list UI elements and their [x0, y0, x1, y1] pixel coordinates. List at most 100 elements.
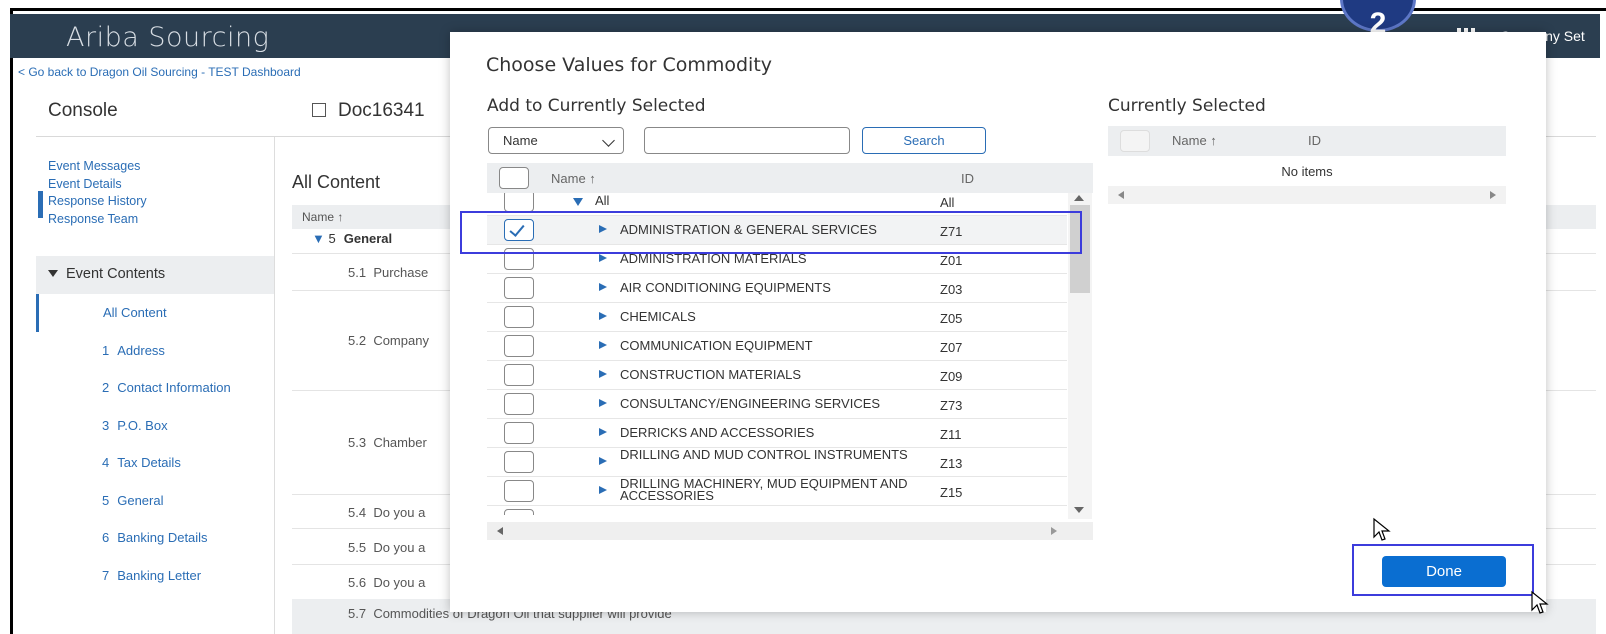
collapse-triangle-icon[interactable]	[573, 198, 583, 206]
search-input[interactable]	[644, 127, 850, 154]
row-checkbox[interactable]	[504, 193, 534, 212]
row-checkbox[interactable]	[504, 422, 534, 444]
nav-label: Address	[117, 343, 165, 358]
document-icon	[312, 103, 326, 117]
scroll-left-icon[interactable]	[1118, 191, 1124, 199]
select-all-selected-checkbox[interactable]	[1120, 130, 1150, 152]
list-horizontal-scrollbar[interactable]	[487, 522, 1093, 540]
table-row[interactable]: CONSTRUCTION MATERIALS Z09	[487, 361, 1067, 390]
row-name: AIR CONDITIONING EQUIPMENTS	[620, 280, 831, 295]
add-section-title: Add to Currently Selected	[487, 96, 706, 116]
content-item: 5.1 Purchase	[348, 265, 428, 280]
expand-triangle-icon[interactable]	[599, 283, 607, 291]
expand-triangle-icon[interactable]	[599, 399, 607, 407]
document-title-text: Doc16341	[338, 100, 425, 121]
nav-item-po-box[interactable]: 3 P.O. Box	[36, 407, 274, 445]
item-num: 5.6	[348, 575, 367, 590]
back-to-dashboard-link[interactable]: < Go back to Dragon Oil Sourcing - TEST …	[18, 65, 301, 79]
table-row[interactable]: DERRICKS AND ACCESSORIES Z11	[487, 419, 1067, 448]
item-num: 5.3	[348, 435, 367, 450]
item-num: 5.7	[348, 606, 367, 621]
table-header: Name ↑ ID	[487, 163, 1093, 193]
scroll-right-icon[interactable]	[1490, 191, 1496, 199]
chevron-down-icon	[602, 134, 615, 147]
content-item: 5.4 Do you a	[348, 505, 425, 520]
scroll-up-icon[interactable]	[1074, 195, 1084, 201]
nav-item-tax-details[interactable]: 4 Tax Details	[36, 444, 274, 482]
expand-triangle-icon: ▼	[312, 231, 325, 246]
expand-triangle-icon[interactable]	[599, 428, 607, 436]
event-details-link[interactable]: Event Details	[48, 176, 147, 194]
row-checkbox[interactable]	[504, 393, 534, 415]
row-checkbox[interactable]	[504, 306, 534, 328]
row-name: All	[595, 193, 610, 208]
content-item: 5.6 Do you a	[348, 575, 425, 590]
nav-num: 2	[102, 380, 110, 395]
table-row[interactable]: CHEMICALS Z05	[487, 303, 1067, 332]
nav-all-content[interactable]: All Content	[36, 294, 274, 332]
nav-item-banking-letter[interactable]: 7 Banking Letter	[36, 557, 274, 595]
document-title: Doc16341	[312, 100, 425, 122]
item-label: Company	[373, 333, 429, 348]
row-checkbox[interactable]	[504, 277, 534, 299]
expand-triangle-icon[interactable]	[599, 312, 607, 320]
row-name: CONSTRUCTION MATERIALS	[620, 367, 802, 382]
column-header-name[interactable]: Name ↑	[551, 171, 596, 186]
column-header-name[interactable]: Name ↑	[1172, 133, 1217, 148]
column-header-id[interactable]: ID	[1308, 133, 1321, 148]
row-name: COMMUNICATION EQUIPMENT	[620, 338, 813, 353]
nav-item-general[interactable]: 5 General	[36, 482, 274, 520]
row-checkbox[interactable]	[504, 335, 534, 357]
table-row[interactable]: AIR CONDITIONING EQUIPMENTS Z03	[487, 274, 1067, 303]
row-checkbox[interactable]	[504, 451, 534, 473]
scroll-right-icon[interactable]	[1051, 527, 1057, 535]
row-checkbox[interactable]	[504, 509, 534, 515]
nav-item-banking-details[interactable]: 6 Banking Details	[36, 519, 274, 557]
item-label: Do you a	[373, 575, 426, 590]
row-name: ADMINISTRATION MATERIALS	[620, 251, 807, 266]
table-row[interactable]: COMMUNICATION EQUIPMENT Z07	[487, 332, 1067, 361]
console-title: Console	[48, 100, 118, 121]
row-id: Z09	[940, 369, 963, 384]
search-field-select[interactable]: Name	[488, 127, 624, 154]
nav-item-address[interactable]: 1 Address	[36, 332, 274, 370]
selected-horizontal-scrollbar[interactable]	[1108, 186, 1506, 204]
column-header-id[interactable]: ID	[961, 171, 974, 186]
event-contents-toggle[interactable]: Event Contents	[36, 256, 274, 294]
general-section-row[interactable]: ▼ 5 General	[292, 231, 392, 246]
table-row[interactable]	[487, 506, 1067, 515]
highlight-box	[460, 211, 1082, 254]
table-row[interactable]: DRILLING AND MUD CONTROL INSTRUMENTS Z13	[487, 448, 1067, 477]
expand-triangle-icon[interactable]	[599, 254, 607, 262]
scroll-down-icon[interactable]	[1074, 507, 1084, 513]
mouse-cursor-icon	[1373, 517, 1391, 541]
table-row[interactable]: CONSULTANCY/ENGINEERING SERVICES Z73	[487, 390, 1067, 419]
item-num: 5.5	[348, 540, 367, 555]
response-history-link[interactable]: Response History	[48, 193, 147, 211]
section-label: General	[343, 231, 393, 246]
nav-label: Contact Information	[117, 380, 231, 395]
row-name: DRILLING AND MUD CONTROL INSTRUMENTS	[620, 447, 908, 462]
expand-triangle-icon[interactable]	[599, 486, 607, 494]
row-id: Z13	[940, 456, 963, 471]
expand-triangle-icon[interactable]	[599, 370, 607, 378]
row-name: DRILLING MACHINERY, MUD EQUIPMENT AND AC…	[620, 476, 908, 503]
response-team-link[interactable]: Response Team	[48, 211, 147, 229]
nav-item-contact-information[interactable]: 2 Contact Information	[36, 369, 274, 407]
search-button[interactable]: Search	[862, 127, 986, 154]
event-messages-link[interactable]: Event Messages	[48, 158, 147, 176]
selected-row-marker	[38, 191, 43, 218]
brand-title: Ariba Sourcing	[66, 22, 270, 53]
expand-triangle-icon[interactable]	[599, 341, 607, 349]
nav-label: Banking Details	[117, 530, 208, 545]
event-links: Event Messages Event Details Response Hi…	[48, 158, 147, 228]
scroll-left-icon[interactable]	[497, 527, 503, 535]
row-id: Z15	[940, 485, 963, 500]
row-checkbox[interactable]	[504, 364, 534, 386]
expand-triangle-icon[interactable]	[599, 457, 607, 465]
row-checkbox[interactable]	[504, 480, 534, 502]
nav-num: 5	[102, 493, 110, 508]
table-row[interactable]: DRILLING MACHINERY, MUD EQUIPMENT AND AC…	[487, 477, 1067, 506]
select-all-checkbox[interactable]	[499, 167, 529, 189]
nav-label: P.O. Box	[117, 418, 168, 433]
